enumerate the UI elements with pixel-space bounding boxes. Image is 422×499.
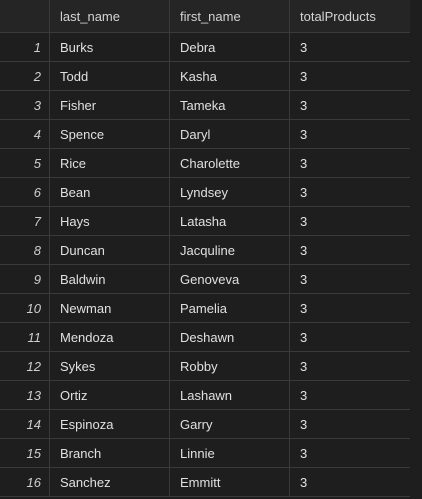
grid-header: last_name first_name totalProducts (0, 0, 422, 33)
row-number[interactable]: 6 (0, 178, 50, 206)
table-row[interactable]: 6 Bean Lyndsey 3 (0, 178, 422, 207)
row-number[interactable]: 13 (0, 381, 50, 409)
cell-total-products[interactable]: 3 (290, 91, 410, 119)
cell-last-name[interactable]: Mendoza (50, 323, 170, 351)
cell-last-name[interactable]: Sanchez (50, 468, 170, 496)
cell-last-name[interactable]: Hays (50, 207, 170, 235)
cell-first-name[interactable]: Linnie (170, 439, 290, 467)
cell-total-products[interactable]: 3 (290, 352, 410, 380)
cell-last-name[interactable]: Sykes (50, 352, 170, 380)
row-number[interactable]: 11 (0, 323, 50, 351)
row-number[interactable]: 2 (0, 62, 50, 90)
cell-total-products[interactable]: 3 (290, 120, 410, 148)
cell-last-name[interactable]: Branch (50, 439, 170, 467)
table-row[interactable]: 14 Espinoza Garry 3 (0, 410, 422, 439)
row-number[interactable]: 10 (0, 294, 50, 322)
cell-first-name[interactable]: Lashawn (170, 381, 290, 409)
cell-first-name[interactable]: Emmitt (170, 468, 290, 496)
cell-last-name[interactable]: Espinoza (50, 410, 170, 438)
cell-last-name[interactable]: Fisher (50, 91, 170, 119)
row-number[interactable]: 5 (0, 149, 50, 177)
cell-total-products[interactable]: 3 (290, 178, 410, 206)
row-number-header[interactable] (0, 0, 50, 32)
cell-total-products[interactable]: 3 (290, 323, 410, 351)
cell-first-name[interactable]: Daryl (170, 120, 290, 148)
cell-first-name[interactable]: Pamelia (170, 294, 290, 322)
cell-first-name[interactable]: Garry (170, 410, 290, 438)
table-row[interactable]: 9 Baldwin Genoveva 3 (0, 265, 422, 294)
cell-last-name[interactable]: Todd (50, 62, 170, 90)
cell-total-products[interactable]: 3 (290, 62, 410, 90)
table-row[interactable]: 7 Hays Latasha 3 (0, 207, 422, 236)
table-row[interactable]: 5 Rice Charolette 3 (0, 149, 422, 178)
cell-first-name[interactable]: Tameka (170, 91, 290, 119)
cell-total-products[interactable]: 3 (290, 439, 410, 467)
cell-total-products[interactable]: 3 (290, 381, 410, 409)
cell-total-products[interactable]: 3 (290, 265, 410, 293)
cell-total-products[interactable]: 3 (290, 207, 410, 235)
column-header-label: first_name (180, 8, 241, 24)
row-number[interactable]: 4 (0, 120, 50, 148)
cell-last-name[interactable]: Ortiz (50, 381, 170, 409)
cell-first-name[interactable]: Genoveva (170, 265, 290, 293)
cell-last-name[interactable]: Spence (50, 120, 170, 148)
cell-last-name[interactable]: Bean (50, 178, 170, 206)
row-number[interactable]: 3 (0, 91, 50, 119)
cell-first-name[interactable]: Lyndsey (170, 178, 290, 206)
cell-total-products[interactable]: 3 (290, 149, 410, 177)
table-row[interactable]: 4 Spence Daryl 3 (0, 120, 422, 149)
cell-first-name[interactable]: Latasha (170, 207, 290, 235)
table-row[interactable]: 12 Sykes Robby 3 (0, 352, 422, 381)
column-header-first-name[interactable]: first_name (170, 0, 290, 32)
cell-total-products[interactable]: 3 (290, 410, 410, 438)
column-header-label: totalProducts (300, 8, 376, 24)
row-number[interactable]: 1 (0, 33, 50, 61)
column-header-label: last_name (60, 8, 120, 24)
row-number[interactable]: 12 (0, 352, 50, 380)
table-row[interactable]: 11 Mendoza Deshawn 3 (0, 323, 422, 352)
cell-last-name[interactable]: Rice (50, 149, 170, 177)
results-grid[interactable]: last_name first_name totalProducts 1 Burk… (0, 0, 422, 499)
cell-first-name[interactable]: Deshawn (170, 323, 290, 351)
cell-total-products[interactable]: 3 (290, 468, 410, 496)
cell-first-name[interactable]: Robby (170, 352, 290, 380)
table-row[interactable]: 8 Duncan Jacquline 3 (0, 236, 422, 265)
table-row[interactable]: 3 Fisher Tameka 3 (0, 91, 422, 120)
cell-last-name[interactable]: Newman (50, 294, 170, 322)
grid-body: 1 Burks Debra 3 2 Todd Kasha 3 3 Fisher Tameka 3 4 Sp… (0, 33, 422, 497)
cell-first-name[interactable]: Debra (170, 33, 290, 61)
column-header-last-name[interactable]: last_name (50, 0, 170, 32)
row-number[interactable]: 14 (0, 410, 50, 438)
table-row[interactable]: 13 Ortiz Lashawn 3 (0, 381, 422, 410)
cell-total-products[interactable]: 3 (290, 236, 410, 264)
cell-first-name[interactable]: Kasha (170, 62, 290, 90)
row-number[interactable]: 9 (0, 265, 50, 293)
cell-last-name[interactable]: Baldwin (50, 265, 170, 293)
vertical-scrollbar[interactable] (410, 0, 422, 499)
row-number[interactable]: 8 (0, 236, 50, 264)
cell-last-name[interactable]: Duncan (50, 236, 170, 264)
table-row[interactable]: 2 Todd Kasha 3 (0, 62, 422, 91)
table-row[interactable]: 10 Newman Pamelia 3 (0, 294, 422, 323)
cell-first-name[interactable]: Charolette (170, 149, 290, 177)
column-header-total-products[interactable]: totalProducts (290, 0, 410, 32)
cell-total-products[interactable]: 3 (290, 33, 410, 61)
row-number[interactable]: 16 (0, 468, 50, 496)
cell-last-name[interactable]: Burks (50, 33, 170, 61)
table-row[interactable]: 15 Branch Linnie 3 (0, 439, 422, 468)
cell-first-name[interactable]: Jacquline (170, 236, 290, 264)
row-number[interactable]: 7 (0, 207, 50, 235)
table-row[interactable]: 1 Burks Debra 3 (0, 33, 422, 62)
cell-total-products[interactable]: 3 (290, 294, 410, 322)
table-row[interactable]: 16 Sanchez Emmitt 3 (0, 468, 422, 497)
row-number[interactable]: 15 (0, 439, 50, 467)
